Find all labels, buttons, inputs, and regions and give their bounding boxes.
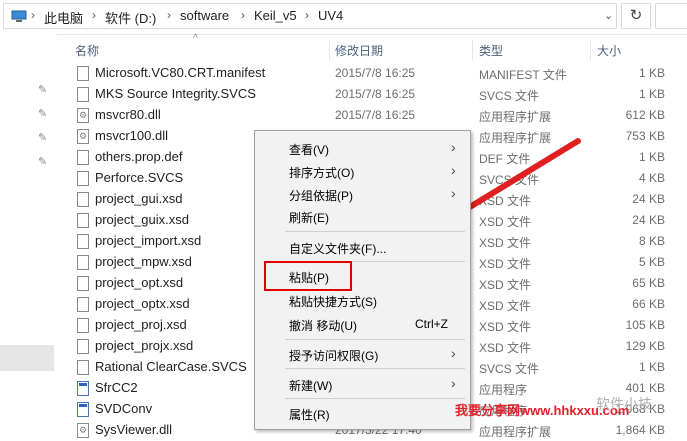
menu-item-sort[interactable]: 排序方式(O) ›: [255, 161, 470, 182]
menu-item-customize-folder[interactable]: 自定义文件夹(F)...: [255, 237, 470, 258]
menu-separator: [285, 368, 465, 369]
chevron-right-icon: ›: [451, 375, 456, 391]
menu-item-undo-move[interactable]: 撤消 移动(U) Ctrl+Z: [255, 314, 470, 335]
menu-item-label: 自定义文件夹(F)...: [289, 242, 387, 256]
watermark-secondary: 软件小技: [596, 396, 652, 412]
menu-separator: [285, 398, 465, 399]
menu-item-paste-shortcut[interactable]: 粘贴快捷方式(S): [255, 290, 470, 311]
menu-separator: [285, 339, 465, 340]
menu-item-new[interactable]: 新建(W) ›: [255, 374, 470, 395]
menu-separator: [285, 231, 465, 232]
chevron-right-icon: ›: [451, 139, 456, 155]
menu-item-label: 排序方式(O): [289, 166, 355, 180]
menu-item-label: 撤消 移动(U): [289, 319, 357, 333]
chevron-right-icon: ›: [451, 162, 456, 178]
menu-item-label: 属性(R): [289, 408, 330, 422]
menu-item-group[interactable]: 分组依据(P) ›: [255, 184, 470, 205]
menu-item-label: 粘贴快捷方式(S): [289, 295, 377, 309]
chevron-right-icon: ›: [451, 185, 456, 201]
menu-item-view[interactable]: 查看(V) ›: [255, 138, 470, 159]
menu-item-properties[interactable]: 属性(R): [255, 403, 470, 424]
menu-item-grant-access[interactable]: 授予访问权限(G) ›: [255, 344, 470, 365]
menu-item-refresh[interactable]: 刷新(E): [255, 206, 470, 227]
menu-item-label: 新建(W): [289, 379, 333, 393]
chevron-right-icon: ›: [451, 345, 456, 361]
menu-item-shortcut: Ctrl+Z: [415, 317, 448, 331]
paste-highlight-box: [264, 261, 352, 291]
menu-item-label: 授予访问权限(G): [289, 349, 379, 363]
menu-item-label: 刷新(E): [289, 211, 329, 225]
menu-item-label: 分组依据(P): [289, 189, 353, 203]
menu-item-label: 查看(V): [289, 143, 329, 157]
